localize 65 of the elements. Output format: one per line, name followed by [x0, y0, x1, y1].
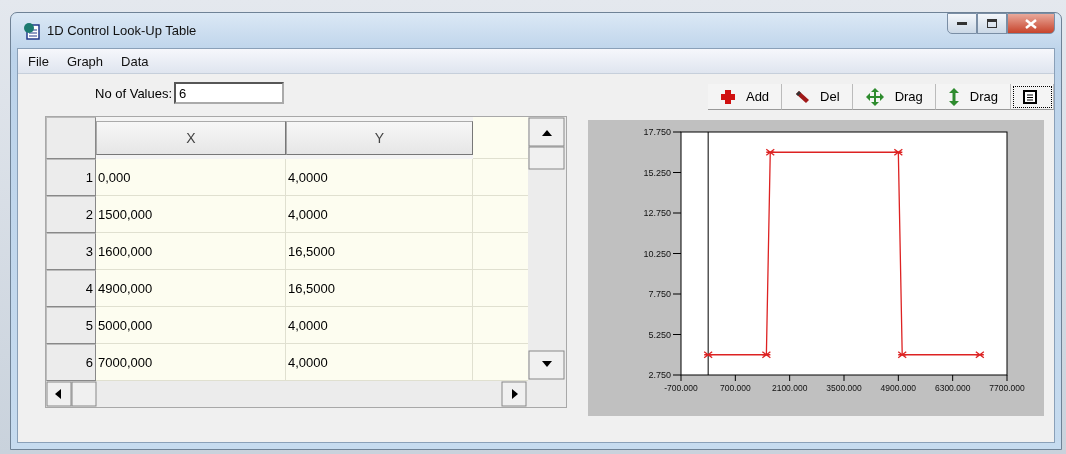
close-button[interactable] [1007, 13, 1055, 34]
x-tick-label: -700.000 [664, 383, 698, 393]
row-number[interactable]: 4 [46, 270, 96, 307]
y-tick-label: 12.750 [643, 208, 671, 218]
table-cell[interactable]: 0,000 [96, 159, 286, 196]
y-tick-label: 17.750 [643, 127, 671, 137]
row-number[interactable]: 2 [46, 196, 96, 233]
menu-item[interactable]: Graph [58, 51, 112, 71]
y-tick-label: 7.750 [648, 289, 671, 299]
table-cell[interactable]: 16,5000 [286, 233, 473, 270]
x-tick-label: 3500.000 [826, 383, 862, 393]
table-cell[interactable]: 5000,000 [96, 307, 286, 344]
horizontal-scrollbar[interactable] [46, 381, 566, 407]
vertical-scrollbar[interactable] [528, 117, 566, 381]
toolbar-button[interactable]: Drag [935, 84, 1011, 110]
table-cell[interactable]: 1500,000 [96, 196, 286, 233]
eraser-icon [794, 88, 811, 105]
row-number[interactable]: 6 [46, 344, 96, 381]
y-tick-label: 5.250 [648, 329, 671, 340]
maximize-button[interactable] [977, 13, 1007, 34]
toolbar-button[interactable]: Del [782, 84, 853, 110]
count-input[interactable]: 6 [174, 82, 285, 104]
column-header[interactable]: X [96, 121, 286, 155]
window-title: 1D Control Look-Up Table [47, 23, 197, 38]
toolbar-button[interactable]: Add [707, 84, 783, 110]
app-icon [23, 21, 41, 40]
data-point [975, 351, 985, 359]
row-number[interactable]: 1 [46, 159, 96, 196]
y-tick-label: 2.750 [648, 370, 671, 380]
table-cell[interactable]: 1600,000 [96, 233, 286, 270]
data-point [765, 148, 775, 156]
table-cell[interactable]: 16,5000 [286, 270, 473, 307]
minimize-button[interactable] [947, 13, 977, 34]
minimize-icon [957, 21, 967, 26]
row-number[interactable]: 3 [46, 233, 96, 270]
data-point [893, 148, 903, 156]
field-label: No of Values: [95, 85, 173, 101]
menu-item[interactable]: Data [113, 51, 157, 71]
maximize-icon [987, 19, 997, 28]
table-cell[interactable]: 4,0000 [286, 196, 473, 233]
x-tick-label: 2100.000 [771, 383, 808, 393]
data-point [897, 351, 907, 359]
toolbar-button[interactable]: Drag [852, 84, 936, 110]
x-tick-label: 6300.000 [934, 383, 971, 393]
data-point [761, 351, 772, 359]
table-cell[interactable]: 7000,000 [96, 344, 286, 381]
close-icon [1025, 18, 1037, 29]
row-number[interactable]: 5 [46, 307, 96, 344]
table-cell[interactable]: 4,0000 [286, 344, 473, 381]
x-tick-label: 7700.000 [989, 383, 1025, 393]
y-tick-label: 15.250 [643, 167, 671, 178]
table-cell[interactable]: 4,0000 [286, 159, 473, 196]
table-cell[interactable]: 4,0000 [286, 307, 473, 344]
column-header[interactable]: Y [286, 121, 473, 155]
data-point [703, 351, 713, 359]
menu-item[interactable]: File [20, 51, 57, 71]
x-tick-label: 4900.000 [880, 383, 917, 393]
plus-icon [719, 88, 736, 105]
x-tick-label: 700.000 [719, 383, 751, 393]
vertical-arrow-icon [947, 86, 960, 107]
y-tick-label: 10.250 [643, 248, 671, 259]
move-arrows-icon [864, 86, 885, 107]
toolbar-button[interactable] [1011, 84, 1054, 110]
list-icon [1023, 89, 1037, 104]
table-cell[interactable]: 4900,000 [96, 270, 286, 307]
